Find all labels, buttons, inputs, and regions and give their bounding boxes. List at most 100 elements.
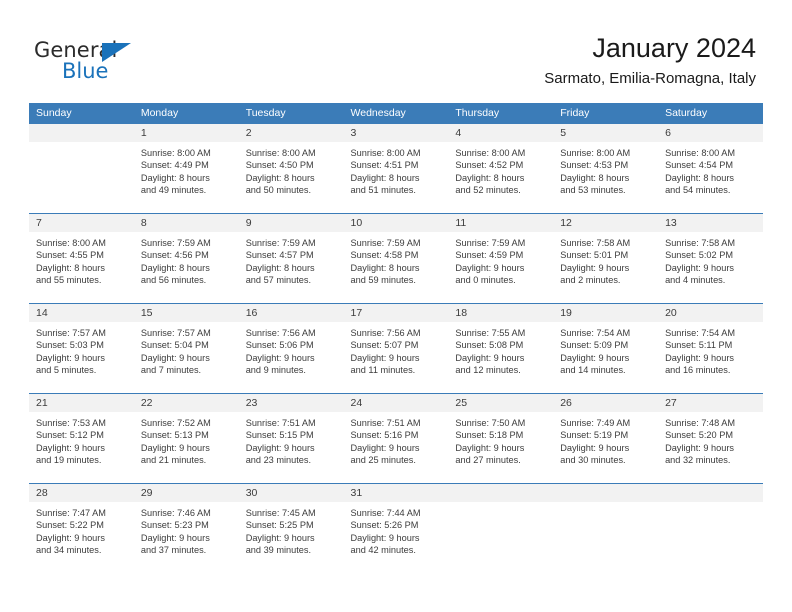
sunrise-text: Sunrise: 7:59 AM (245, 238, 316, 248)
day-details: Sunrise: 8:00 AM Sunset: 4:49 PM Daylight:… (134, 142, 239, 197)
calendar-day-cell[interactable]: 1 Sunrise: 8:00 AM Sunset: 4:49 PM Daylight… (133, 124, 239, 213)
daylight-text-line2: and 57 minutes. (245, 275, 312, 286)
day-number: 27 (658, 394, 763, 412)
day-number: 8 (133, 214, 239, 232)
day-number: 9 (238, 214, 344, 232)
calendar-day-cell[interactable]: 4 Sunrise: 8:00 AM Sunset: 4:52 PM Daylight… (448, 124, 554, 213)
calendar-day-cell[interactable]: 9 Sunrise: 7:59 AM Sunset: 4:57 PM Daylight… (238, 214, 344, 303)
calendar-day-cell[interactable]: 28 Sunrise: 7:47 AM Sunset: 5:22 PM Dayligh… (29, 484, 134, 573)
day-details: Sunrise: 8:00 AM Sunset: 4:54 PM Daylight:… (658, 142, 763, 197)
calendar-day-cell[interactable]: 10 Sunrise: 7:59 AM Sunset: 4:58 PM Dayligh… (343, 214, 449, 303)
calendar-day-cell[interactable]: 17 Sunrise: 7:56 AM Sunset: 5:07 PM Dayligh… (343, 304, 449, 393)
calendar-day-cell[interactable]: 31 Sunrise: 7:44 AM Sunset: 5:26 PM Dayligh… (343, 484, 449, 573)
daylight-text-line1: Daylight: 9 hours (560, 442, 630, 453)
calendar-day-cell[interactable]: 20 Sunrise: 7:54 AM Sunset: 5:11 PM Dayligh… (658, 304, 763, 393)
daylight-text-line2: and 9 minutes. (245, 365, 306, 376)
day-details: Sunrise: 8:00 AM Sunset: 4:53 PM Daylight:… (553, 142, 658, 197)
daylight-text-line1: Daylight: 8 hours (665, 172, 735, 183)
day-details: Sunrise: 8:00 AM Sunset: 4:51 PM Daylight:… (344, 142, 449, 197)
daylight-text-line1: Daylight: 9 hours (350, 352, 420, 363)
daylight-text-line2: and 49 minutes. (140, 185, 207, 196)
calendar-day-cell[interactable]: 30 Sunrise: 7:45 AM Sunset: 5:25 PM Dayligh… (238, 484, 344, 573)
calendar-day-cell[interactable]: 16 Sunrise: 7:56 AM Sunset: 5:06 PM Dayligh… (238, 304, 344, 393)
day-number: 28 (29, 484, 134, 502)
day-number: 11 (448, 214, 554, 232)
calendar-day-cell[interactable]: 21 Sunrise: 7:53 AM Sunset: 5:12 PM Dayligh… (29, 394, 134, 483)
daylight-text-line2: and 14 minutes. (560, 365, 626, 376)
daylight-text-line1: Daylight: 9 hours (350, 532, 420, 543)
day-details: Sunrise: 7:59 AM Sunset: 4:59 PM Daylight:… (448, 232, 553, 287)
day-number: 25 (448, 394, 554, 412)
daylight-text-line1: Daylight: 8 hours (36, 262, 105, 273)
daylight-text-line2: and 21 minutes. (140, 455, 207, 466)
day-details: Sunrise: 7:50 AM Sunset: 5:18 PM Daylight:… (448, 412, 553, 467)
calendar-day-cell[interactable]: 12 Sunrise: 7:58 AM Sunset: 5:01 PM Dayligh… (553, 214, 659, 303)
calendar-day-cell[interactable]: 24 Sunrise: 7:51 AM Sunset: 5:16 PM Dayligh… (343, 394, 449, 483)
daylight-text-line2: and 0 minutes. (455, 275, 516, 286)
daylight-text-line1: Daylight: 9 hours (665, 442, 735, 453)
day-details: Sunrise: 7:54 AM Sunset: 5:09 PM Daylight:… (553, 322, 658, 377)
day-details: Sunrise: 7:56 AM Sunset: 5:07 PM Daylight:… (344, 322, 449, 377)
sunset-text: Sunset: 4:57 PM (245, 250, 314, 261)
sunset-text: Sunset: 5:15 PM (245, 430, 314, 441)
calendar-day-cell[interactable]: 19 Sunrise: 7:54 AM Sunset: 5:09 PM Dayligh… (553, 304, 659, 393)
day-number: 13 (658, 214, 763, 232)
sunset-text: Sunset: 5:01 PM (560, 250, 629, 261)
calendar-day-cell[interactable]: 14 Sunrise: 7:57 AM Sunset: 5:03 PM Dayligh… (29, 304, 134, 393)
daylight-text-line1: Daylight: 8 hours (245, 262, 315, 273)
sunset-text: Sunset: 5:03 PM (36, 340, 104, 351)
calendar-day-cell[interactable]: 2 Sunrise: 8:00 AM Sunset: 4:50 PM Daylight… (238, 124, 344, 213)
calendar-day-cell[interactable]: 27 Sunrise: 7:48 AM Sunset: 5:20 PM Dayligh… (658, 394, 763, 483)
daylight-text-line2: and 7 minutes. (140, 365, 202, 376)
daylight-text-line1: Daylight: 9 hours (245, 442, 315, 453)
daylight-text-line2: and 4 minutes. (665, 275, 726, 286)
daylight-text-line2: and 23 minutes. (245, 455, 312, 466)
daylight-text-line1: Daylight: 9 hours (455, 262, 525, 273)
calendar-day-cell[interactable]: 11 Sunrise: 7:59 AM Sunset: 4:59 PM Dayligh… (448, 214, 554, 303)
sunrise-text: Sunrise: 7:51 AM (350, 418, 421, 428)
calendar-day-cell[interactable]: 23 Sunrise: 7:51 AM Sunset: 5:15 PM Dayligh… (238, 394, 344, 483)
day-number: 18 (448, 304, 554, 322)
daylight-text-line2: and 27 minutes. (455, 455, 521, 466)
calendar-day-cell[interactable]: 18 Sunrise: 7:55 AM Sunset: 5:08 PM Dayligh… (448, 304, 554, 393)
calendar-day-cell[interactable]: 22 Sunrise: 7:52 AM Sunset: 5:13 PM Dayligh… (133, 394, 239, 483)
sunset-text: Sunset: 5:06 PM (245, 340, 314, 351)
daylight-text-line2: and 11 minutes. (350, 365, 416, 376)
sunrise-text: Sunrise: 8:00 AM (36, 238, 106, 248)
day-number (29, 124, 134, 142)
calendar-day-cell[interactable]: 26 Sunrise: 7:49 AM Sunset: 5:19 PM Dayligh… (553, 394, 659, 483)
day-number (553, 484, 659, 502)
calendar-day-cell[interactable]: 8 Sunrise: 7:59 AM Sunset: 4:56 PM Daylight… (133, 214, 239, 303)
sunrise-text: Sunrise: 8:00 AM (455, 148, 526, 158)
sunset-text: Sunset: 4:59 PM (455, 250, 524, 261)
calendar-week-row: 14 Sunrise: 7:57 AM Sunset: 5:03 PM Dayligh… (29, 303, 763, 393)
daylight-text-line2: and 39 minutes. (245, 545, 312, 556)
weekday-header-tuesday: Tuesday (245, 107, 286, 119)
calendar-day-cell[interactable]: 25 Sunrise: 7:50 AM Sunset: 5:18 PM Dayligh… (448, 394, 554, 483)
day-number: 1 (133, 124, 239, 142)
daylight-text-line1: Daylight: 9 hours (36, 442, 105, 453)
day-number: 6 (658, 124, 763, 142)
sunrise-text: Sunrise: 7:58 AM (665, 238, 736, 248)
calendar-day-cell-empty (658, 484, 763, 573)
daylight-text-line1: Daylight: 8 hours (350, 172, 420, 183)
page-title: January 2024 (592, 33, 756, 63)
day-details: Sunrise: 8:00 AM Sunset: 4:52 PM Daylight:… (448, 142, 553, 197)
calendar-day-cell[interactable]: 29 Sunrise: 7:46 AM Sunset: 5:23 PM Dayligh… (133, 484, 239, 573)
calendar-day-cell[interactable]: 7 Sunrise: 8:00 AM Sunset: 4:55 PM Daylight… (29, 214, 134, 303)
day-number: 3 (343, 124, 449, 142)
sunrise-text: Sunrise: 7:53 AM (36, 418, 106, 428)
calendar-day-cell[interactable]: 13 Sunrise: 7:58 AM Sunset: 5:02 PM Dayligh… (658, 214, 763, 303)
sunrise-text: Sunrise: 8:00 AM (350, 148, 421, 158)
page-header: General Blue January 2024 Sarmato, Emili… (0, 0, 792, 100)
calendar-day-cell[interactable]: 3 Sunrise: 8:00 AM Sunset: 4:51 PM Daylight… (343, 124, 449, 213)
daylight-text-line2: and 51 minutes. (350, 185, 416, 196)
sunset-text: Sunset: 5:20 PM (665, 430, 733, 441)
calendar-day-cell[interactable]: 5 Sunrise: 8:00 AM Sunset: 4:53 PM Daylight… (553, 124, 659, 213)
sunset-text: Sunset: 4:49 PM (140, 160, 209, 171)
calendar-day-cell[interactable]: 15 Sunrise: 7:57 AM Sunset: 5:04 PM Dayligh… (133, 304, 239, 393)
calendar-day-cell[interactable]: 6 Sunrise: 8:00 AM Sunset: 4:54 PM Daylight… (658, 124, 763, 213)
weekday-header-wednesday: Wednesday (350, 107, 406, 119)
day-details: Sunrise: 7:58 AM Sunset: 5:01 PM Daylight:… (553, 232, 658, 287)
sunrise-text: Sunrise: 7:55 AM (455, 328, 526, 338)
